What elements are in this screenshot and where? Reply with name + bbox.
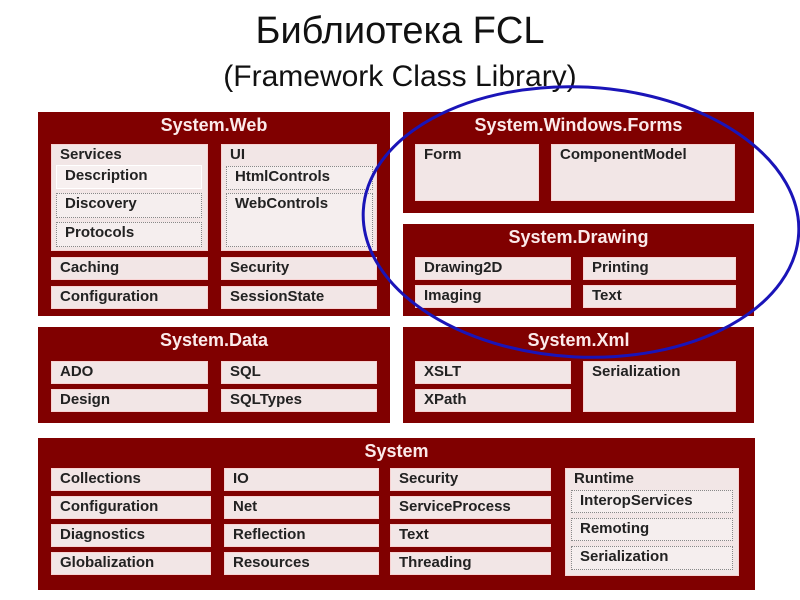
- web-configuration: Configuration: [51, 286, 208, 309]
- namespace-title: System: [364, 441, 429, 461]
- services-protocols: Protocols: [56, 222, 202, 247]
- namespace-title: System.Xml: [527, 330, 630, 350]
- namespace-title: System.Windows.Forms: [474, 115, 683, 135]
- ui-htmlcontrols: HtmlControls: [226, 166, 373, 190]
- data-ado: ADO: [51, 361, 208, 384]
- services-description: Description: [56, 165, 202, 189]
- namespace-system-data: System.Data ADO SQL Design SQLTypes: [38, 327, 390, 423]
- xml-serialization: Serialization: [583, 361, 736, 412]
- forms-componentmodel: ComponentModel: [551, 144, 735, 201]
- system-serviceprocess: ServiceProcess: [390, 496, 551, 519]
- page-title: Библиотека FCL: [255, 10, 545, 52]
- system-collections: Collections: [51, 468, 211, 491]
- namespace-system-drawing: System.Drawing Drawing2D Printing Imagin…: [403, 224, 754, 316]
- system-net: Net: [224, 496, 379, 519]
- runtime-label: Runtime: [574, 470, 634, 487]
- drawing-drawing2d: Drawing2D: [415, 257, 571, 280]
- web-caching: Caching: [51, 257, 208, 280]
- system-globalization: Globalization: [51, 552, 211, 575]
- services-discovery: Discovery: [56, 193, 202, 218]
- system-threading: Threading: [390, 552, 551, 575]
- drawing-text: Text: [583, 285, 736, 308]
- web-sessionstate: SessionState: [221, 286, 377, 309]
- xml-xslt: XSLT: [415, 361, 571, 384]
- drawing-imaging: Imaging: [415, 285, 571, 308]
- namespace-system: System Collections Configuration Diagnos…: [38, 438, 755, 590]
- namespace-system-web: System.Web Services Description Discover…: [38, 112, 390, 316]
- forms-form: Form: [415, 144, 539, 201]
- xml-xpath: XPath: [415, 389, 571, 412]
- data-sqltypes: SQLTypes: [221, 389, 377, 412]
- ui-label: UI: [230, 146, 245, 163]
- system-configuration: Configuration: [51, 496, 211, 519]
- drawing-printing: Printing: [583, 257, 736, 280]
- namespace-title: System.Drawing: [508, 227, 649, 247]
- namespace-title: System.Data: [159, 330, 269, 350]
- runtime-serialization: Serialization: [571, 546, 733, 570]
- runtime-interopservices: InteropServices: [571, 490, 733, 513]
- namespace-system-xml: System.Xml XSLT XPath Serialization: [403, 327, 754, 423]
- system-diagnostics: Diagnostics: [51, 524, 211, 547]
- web-security: Security: [221, 257, 377, 280]
- system-text: Text: [390, 524, 551, 547]
- namespace-title: System.Web: [160, 115, 268, 135]
- services-label: Services: [60, 146, 122, 163]
- page-subtitle: (Framework Class Library): [223, 60, 577, 93]
- ui-webcontrols: WebControls: [226, 193, 373, 247]
- system-security: Security: [390, 468, 551, 491]
- runtime-remoting: Remoting: [571, 518, 733, 541]
- data-sql: SQL: [221, 361, 377, 384]
- system-resources: Resources: [224, 552, 379, 575]
- namespace-system-windows-forms: System.Windows.Forms Form ComponentModel: [403, 112, 754, 213]
- system-io: IO: [224, 468, 379, 491]
- system-reflection: Reflection: [224, 524, 379, 547]
- data-design: Design: [51, 389, 208, 412]
